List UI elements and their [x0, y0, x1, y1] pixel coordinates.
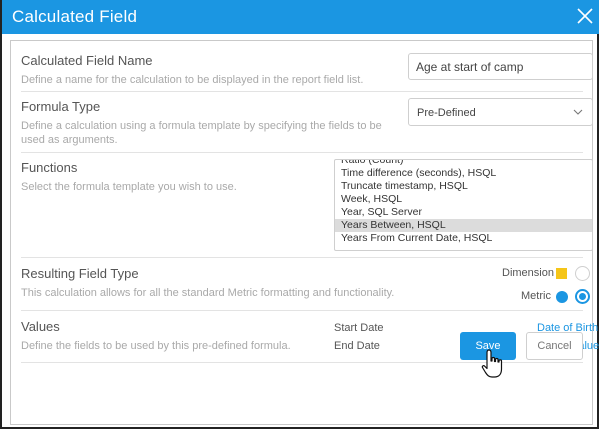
hand-cursor-icon [481, 349, 503, 378]
metric-label: Metric [521, 290, 551, 302]
end-date-label: End Date [334, 340, 380, 352]
divider [21, 91, 583, 92]
divider [21, 310, 583, 311]
cancel-button[interactable]: Cancel [526, 332, 583, 360]
close-icon[interactable] [573, 4, 597, 28]
divider [21, 152, 583, 153]
divider [21, 257, 583, 258]
result-type-description: This calculation allows for all the stan… [21, 287, 395, 299]
function-option[interactable]: Ratio (Count) [335, 160, 592, 167]
start-date-label: Start Date [334, 322, 384, 334]
dimension-radio[interactable] [575, 266, 590, 281]
formula-type-description-line2: used as arguments. [21, 134, 118, 146]
metric-radio[interactable] [575, 289, 590, 304]
function-option[interactable]: Week, HSQL [335, 193, 592, 206]
function-option[interactable]: Year, SQL Server [335, 206, 592, 219]
dimension-label: Dimension [502, 267, 554, 279]
dialog-titlebar: Calculated Field [2, 0, 599, 34]
result-type-section: Resulting Field Type This calculation al… [21, 266, 583, 300]
chevron-down-icon [573, 109, 583, 115]
dialog-title: Calculated Field [12, 7, 138, 26]
functions-listbox[interactable]: Ratio (Count) Time difference (seconds),… [334, 159, 593, 251]
field-name-input[interactable]: Age at start of camp [408, 53, 593, 80]
dimension-swatch [556, 268, 567, 279]
function-option-selected[interactable]: Years Between, HSQL [335, 219, 592, 232]
dialog-frame: Calculated Field Calculated Field Name D… [0, 0, 599, 429]
function-option[interactable]: Years From Current Date, HSQL [335, 232, 592, 245]
function-option[interactable]: Time difference (seconds), HSQL [335, 167, 592, 180]
formula-type-value: Pre-Defined [417, 107, 476, 119]
function-option[interactable]: Truncate timestamp, HSQL [335, 180, 592, 193]
result-type-title: Resulting Field Type [21, 266, 139, 281]
metric-swatch [556, 291, 568, 303]
formula-type-select[interactable]: Pre-Defined [408, 98, 593, 126]
